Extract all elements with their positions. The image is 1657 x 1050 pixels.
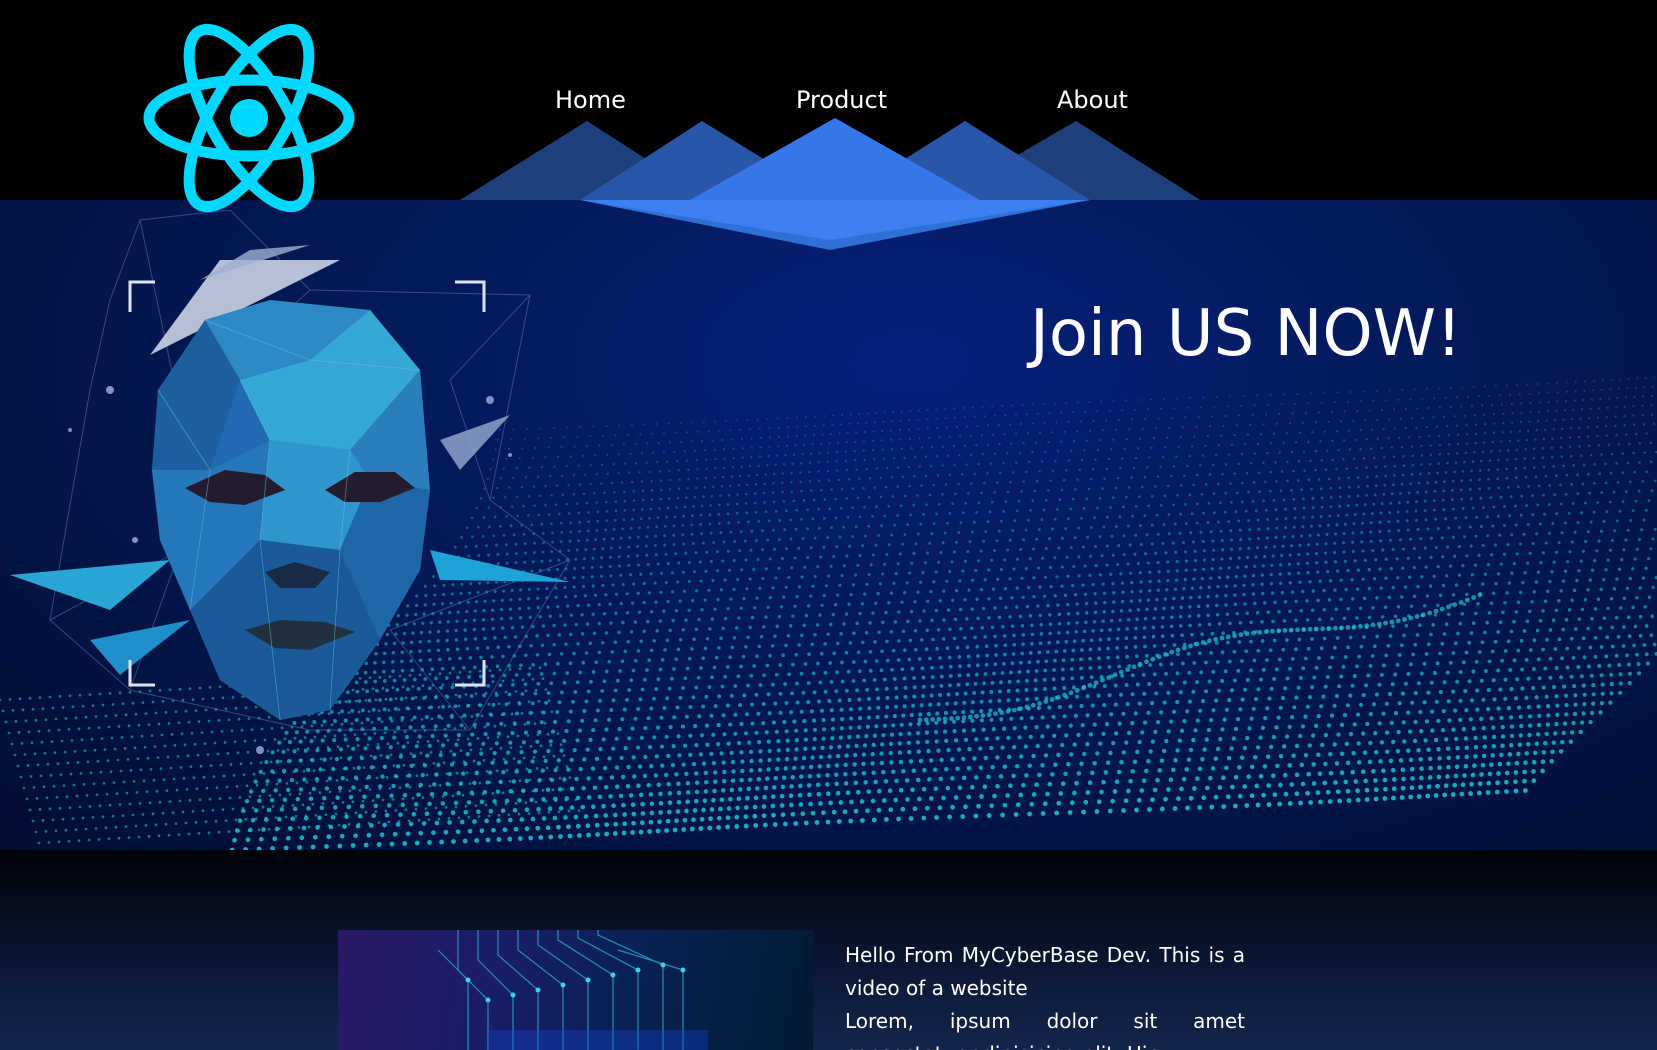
nav-home-link[interactable]: Home	[555, 84, 626, 116]
hero-title: Join US NOW!	[1030, 297, 1462, 371]
nav-product-link[interactable]: Product	[796, 84, 887, 116]
hero-section: Join US NOW!	[0, 200, 1657, 850]
polygon-face-illustration	[10, 210, 571, 754]
nav-about-link[interactable]: About	[1057, 84, 1128, 116]
page: Home Product About Join US NOW! Hello Fr…	[0, 0, 1657, 1050]
mountains-decoration	[460, 118, 1200, 250]
intro-text: Hello From MyCyberBase Dev. This is a vi…	[845, 939, 1245, 1050]
intro-section: Hello From MyCyberBase Dev. This is a vi…	[0, 850, 1657, 1050]
react-atom-icon[interactable]	[139, 18, 359, 218]
circuit-video-thumbnail[interactable]	[338, 930, 813, 1050]
intro-line-2: Lorem, ipsum dolor sit amet consectetur …	[845, 1009, 1245, 1050]
intro-line-1: Hello From MyCyberBase Dev. This is a vi…	[845, 943, 1245, 1000]
